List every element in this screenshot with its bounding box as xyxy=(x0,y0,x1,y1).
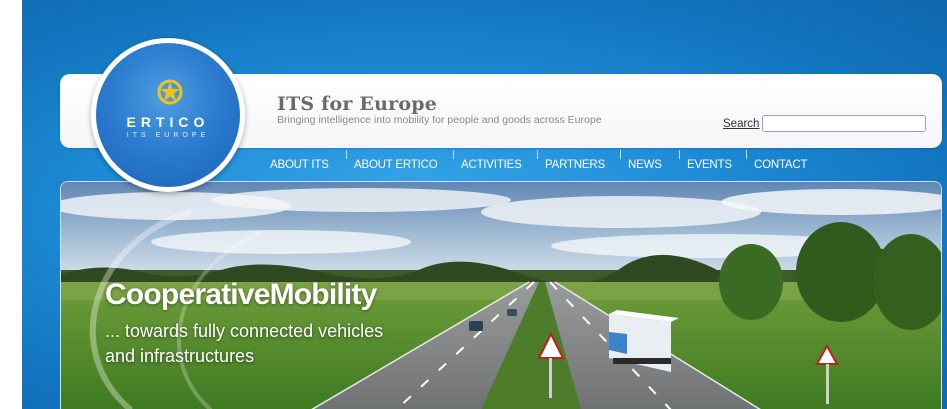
banner-subline-2: and infrastructures xyxy=(105,346,255,366)
hero-banner[interactable]: CooperativeMobility ... towards fully co… xyxy=(60,181,942,409)
nav-contact[interactable]: CONTACT xyxy=(746,150,824,171)
main-navigation: ABOUT ITS ABOUT ERTICO ACTIVITIES PARTNE… xyxy=(270,150,824,178)
site-tagline: Bringing intelligence into mobility for … xyxy=(277,114,602,126)
nav-events[interactable]: EVENTS xyxy=(679,150,754,171)
search-link[interactable]: Search xyxy=(723,118,759,130)
site-title[interactable]: ITS for Europe xyxy=(277,93,437,115)
nav-activities[interactable]: ACTIVITIES xyxy=(453,150,545,171)
banner-subline-1: ... towards fully connected vehicles xyxy=(105,321,384,341)
nav-about-ertico[interactable]: ABOUT ERTICO xyxy=(346,150,461,171)
ertico-logo[interactable]: ERTICO ITS EUROPE xyxy=(91,38,245,192)
globe-star-icon xyxy=(157,79,183,105)
logo-subline: ITS EUROPE xyxy=(126,132,210,139)
logo-wordmark: ERTICO xyxy=(126,114,210,130)
nav-partners[interactable]: PARTNERS xyxy=(537,150,628,171)
search-input[interactable] xyxy=(762,115,926,132)
banner-headline: CooperativeMobility xyxy=(105,278,377,311)
nav-about-its[interactable]: ABOUT ITS xyxy=(270,150,354,171)
